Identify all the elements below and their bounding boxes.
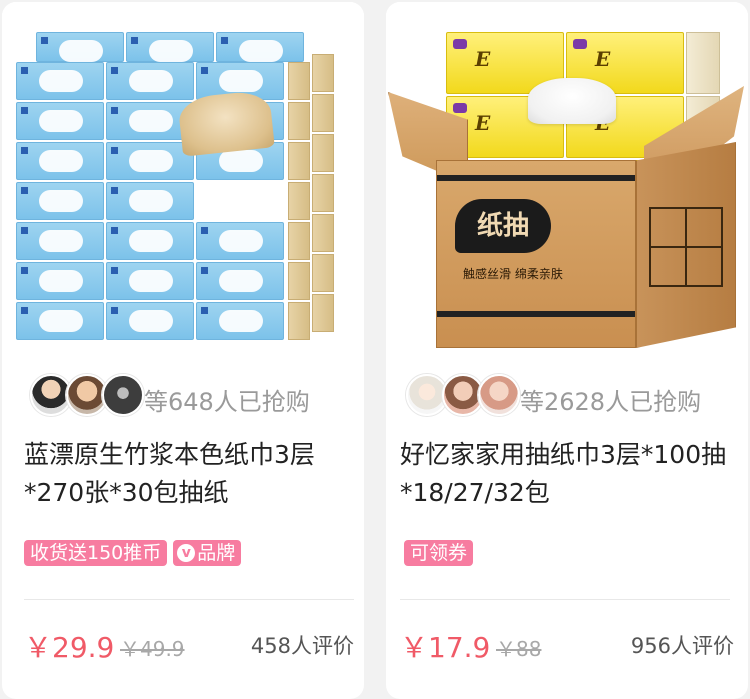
yellow-pack-side <box>686 32 720 94</box>
coupon-tag: 可领券 <box>404 540 474 566</box>
reward-tag: 收货送150推币 <box>24 540 168 566</box>
tissue-pack <box>16 182 104 220</box>
box-stripe <box>437 175 635 181</box>
tissue-pack <box>16 102 104 140</box>
review-count[interactable]: 956人评价 <box>631 630 734 660</box>
box-slogan: 触感丝滑 绵柔亲肤 <box>463 267 563 281</box>
product-card-1[interactable]: 等648人已抢购 蓝漂原生竹浆本色纸巾3层*270张*30包抽纸 收货送150推… <box>2 2 364 699</box>
tissue-pack <box>16 262 104 300</box>
tissue-pack-side <box>312 94 334 132</box>
brand-tag-label: 品牌 <box>197 542 236 564</box>
tissue-pack <box>16 302 104 340</box>
cardboard-box-front: 纸抽 触感丝滑 绵柔亲肤 <box>436 160 636 348</box>
tissue-pack-side <box>288 302 310 340</box>
tissue-pack-side <box>312 54 334 92</box>
tissue-pack-side <box>288 222 310 260</box>
tissue-pack-side <box>288 102 310 140</box>
box-care-icons <box>649 207 723 287</box>
product-tags: 可领券 <box>404 540 474 566</box>
tissue-pack <box>196 222 284 260</box>
tissue-pack <box>16 62 104 100</box>
avatar <box>478 374 520 416</box>
v-brand-icon: v <box>177 544 196 562</box>
buyer-avatars <box>406 374 520 418</box>
tissue-pack-side <box>312 294 334 332</box>
tissue-pack <box>106 142 194 180</box>
avatar <box>102 374 144 416</box>
sale-price: ￥29.9 <box>24 631 115 664</box>
product-title[interactable]: 好忆家家用抽纸巾3层*100抽*18/27/32包 <box>400 436 734 512</box>
product-image-2[interactable]: 纸抽 触感丝滑 绵柔亲肤 <box>386 2 748 352</box>
product-title[interactable]: 蓝漂原生竹浆本色纸巾3层*270张*30包抽纸 <box>24 436 350 512</box>
tissue-pack <box>196 302 284 340</box>
tissue-pack <box>16 142 104 180</box>
tissue-pack <box>106 262 194 300</box>
tissue-pack <box>106 222 194 260</box>
tissue-pack-side <box>288 62 310 100</box>
tissue-pack <box>216 32 304 62</box>
tissue-pack-side <box>288 142 310 180</box>
tissue-pack <box>106 182 194 220</box>
divider <box>24 599 354 600</box>
divider <box>400 599 730 600</box>
tissue-pack-side <box>312 254 334 292</box>
box-label: 纸抽 <box>455 199 551 253</box>
tissue-pack <box>36 32 124 62</box>
product-tags: 收货送150推币 v 品牌 <box>24 540 242 566</box>
cardboard-box-side <box>636 142 736 348</box>
tissue-pack <box>106 62 194 100</box>
buyer-avatars <box>30 374 144 418</box>
tissue-pack-side <box>312 134 334 172</box>
price-row: ￥29.9 ￥49.9 458人评价 <box>24 626 354 664</box>
original-price: ￥49.9 <box>120 637 185 661</box>
tissue-pack <box>106 302 194 340</box>
tissue-pack-side <box>288 182 310 220</box>
buyers-count-text: 等2628人已抢购 <box>520 388 702 416</box>
price-row: ￥17.9 ￥88 956人评价 <box>400 626 734 664</box>
product-card-2[interactable]: 纸抽 触感丝滑 绵柔亲肤 等2628人已抢购 好忆家家用抽纸巾3层*100抽*1… <box>386 2 748 699</box>
product-image-1[interactable] <box>2 2 364 352</box>
tissue-pack <box>16 222 104 260</box>
buyers-count-text: 等648人已抢购 <box>144 388 310 416</box>
box-stripe <box>437 311 635 317</box>
tissue-pack <box>126 32 214 62</box>
original-price: ￥88 <box>496 637 542 661</box>
sale-price: ￥17.9 <box>400 631 491 664</box>
white-tissue-illustration <box>528 78 616 124</box>
tissue-packs-illustration <box>16 32 362 340</box>
tissue-pack-side <box>288 262 310 300</box>
tissue-pack <box>196 262 284 300</box>
brand-tag: v 品牌 <box>173 540 242 566</box>
tissue-pack-side <box>312 174 334 212</box>
tissue-pack-side <box>312 214 334 252</box>
review-count[interactable]: 458人评价 <box>251 630 354 660</box>
